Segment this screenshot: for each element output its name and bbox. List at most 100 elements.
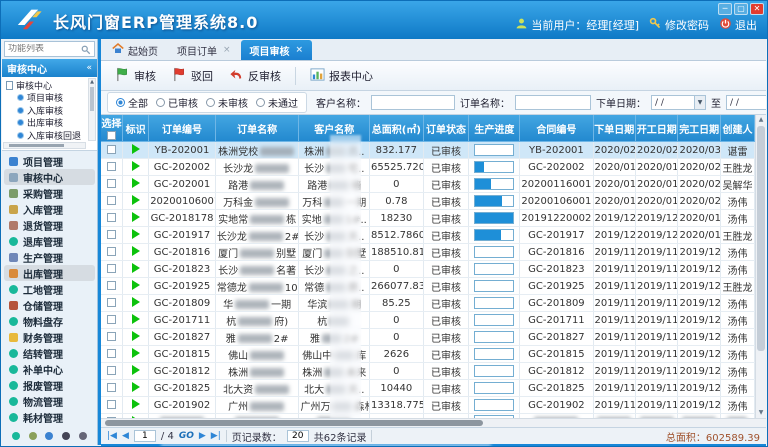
horizontal-scroll-thumb[interactable]: [105, 420, 483, 426]
collapse-icon[interactable]: «: [86, 63, 92, 73]
column-header-5[interactable]: 总面积(㎡): [370, 115, 424, 142]
tree-vertical-scrollbar[interactable]: ▲: [88, 78, 96, 141]
sidebar-item-return-goods-mgmt[interactable]: 退货管理: [2, 217, 97, 233]
table-row[interactable]: GC-2018178实地常栋实地1#..18230已审核201912200022…: [101, 210, 755, 227]
tab-project-order[interactable]: 项目订单×: [168, 40, 240, 60]
close-icon[interactable]: ✕: [750, 3, 764, 15]
grid-horizontal-scrollbar[interactable]: [101, 418, 766, 427]
maximize-icon[interactable]: ▢: [734, 3, 748, 15]
column-header-0[interactable]: 选择: [101, 115, 123, 142]
table-row[interactable]: GC-202002长沙龙长沙宅..65525.7200..已审核GC-20200…: [101, 159, 755, 176]
sidebar-item-audit-center[interactable]: 审核中心: [4, 169, 95, 185]
cart-icon[interactable]: [29, 432, 37, 440]
column-header-6[interactable]: 订单状态: [423, 115, 469, 142]
sidebar-item-carryover-mgmt[interactable]: 结转管理: [2, 345, 97, 361]
table-row[interactable]: GC-201815佛山佛山中库2626已审核GC-2018152019/11/2…: [101, 346, 755, 363]
table-row[interactable]: GC-201809华一期华滨期85.25已审核GC-2018092019/11/…: [101, 295, 755, 312]
pager-first-button[interactable]: |◀: [107, 431, 117, 441]
grid-vertical-scrollbar[interactable]: ▲ ▼: [755, 115, 766, 418]
customer-name-input[interactable]: [371, 95, 455, 110]
dot-icon[interactable]: [12, 432, 20, 440]
table-row[interactable]: GC-201917长沙龙2#长沙天..8512.78600..已审核GC-201…: [101, 227, 755, 244]
row-checkbox[interactable]: [107, 349, 116, 358]
feather-icon[interactable]: [45, 432, 53, 440]
row-checkbox[interactable]: [107, 230, 116, 239]
sidebar-item-production-mgmt[interactable]: 生产管理: [2, 249, 97, 265]
logout-button[interactable]: 退出: [719, 17, 757, 33]
row-checkbox[interactable]: [107, 247, 116, 256]
column-header-3[interactable]: 订单名称: [215, 115, 299, 142]
table-row[interactable]: GC-202001路港路港墙0已审核202001160012020/01/162…: [101, 176, 755, 193]
row-checkbox[interactable]: [107, 213, 116, 222]
table-row[interactable]: GC-201827雅2#雅2#0已审核GC-2018272019/11/2020…: [101, 329, 755, 346]
change-password-button[interactable]: 修改密码: [649, 17, 709, 33]
row-checkbox[interactable]: [107, 400, 116, 409]
tree-item-outbound-audit[interactable]: 出库审核: [6, 117, 87, 130]
row-checkbox[interactable]: [107, 179, 116, 188]
column-header-9[interactable]: 下单日期: [593, 115, 635, 142]
row-checkbox[interactable]: [107, 145, 116, 154]
sidebar-item-purchase-mgmt[interactable]: 采购管理: [2, 185, 97, 201]
column-header-7[interactable]: 生产进度: [469, 115, 520, 142]
row-checkbox[interactable]: [107, 281, 116, 290]
row-checkbox[interactable]: [107, 383, 116, 392]
vertical-scroll-thumb[interactable]: [757, 126, 765, 351]
row-checkbox[interactable]: [107, 298, 116, 307]
table-row[interactable]: GC-201812株洲株洲未来0已审核GC-2018122019/11/2020…: [101, 363, 755, 380]
scroll-up-icon[interactable]: ▲: [756, 115, 766, 125]
order-date-to-picker[interactable]: / /▼: [726, 95, 766, 110]
reverse-audit-button[interactable]: 反审核: [223, 65, 287, 87]
table-row[interactable]: GC-201711杭府)杭0已审核GC-2017112019/11/202019…: [101, 312, 755, 329]
tab-home[interactable]: 起始页: [103, 40, 167, 60]
sidebar-item-scrap-mgmt[interactable]: 报废管理: [2, 377, 97, 393]
pager-go-button[interactable]: GO: [179, 431, 194, 441]
tree-item-project-audit[interactable]: 项目审核: [6, 92, 87, 105]
reject-button[interactable]: 驳回: [166, 65, 219, 87]
sidebar-item-warehouse-mgmt[interactable]: 仓储管理: [2, 297, 97, 313]
column-header-11[interactable]: 完工日期: [678, 115, 720, 142]
minimize-icon[interactable]: ─: [718, 3, 732, 15]
column-header-12[interactable]: 创建人: [720, 115, 754, 142]
filter-radio-audited[interactable]: 已审核: [156, 95, 198, 110]
table-row[interactable]: 20200106001万科金万科一期0.78已审核202001060012020…: [101, 193, 755, 210]
sidebar-item-inbound-mgmt[interactable]: 入库管理: [2, 201, 97, 217]
filter-radio-all[interactable]: 全部: [116, 95, 148, 110]
row-checkbox[interactable]: [107, 366, 116, 375]
column-header-2[interactable]: 订单编号: [149, 115, 216, 142]
table-row[interactable]: GC-201816厦门别墅厦门别墅188510.818已审核GC-2018162…: [101, 244, 755, 261]
tab-project-audit[interactable]: 项目审核×: [241, 40, 313, 60]
tab-close-icon[interactable]: ×: [296, 45, 304, 55]
tab-close-icon[interactable]: ×: [223, 45, 231, 55]
pager-prev-button[interactable]: ◀: [122, 431, 129, 441]
table-row[interactable]: GC-201823长沙名著长沙之..0已审核GC-2018232019/11/2…: [101, 261, 755, 278]
table-row[interactable]: GC-201902广州广州万森林13318.775已审核GC-201902201…: [101, 397, 755, 414]
sidebar-item-return-stock-mgmt[interactable]: 退库管理: [2, 233, 97, 249]
sidebar-item-project-mgmt[interactable]: 项目管理: [2, 153, 97, 169]
select-all-checkbox[interactable]: [107, 131, 116, 140]
column-header-1[interactable]: 标识: [123, 115, 149, 142]
column-header-8[interactable]: 合同编号: [520, 115, 593, 142]
row-checkbox[interactable]: [107, 264, 116, 273]
more-icon[interactable]: [79, 432, 87, 440]
row-checkbox[interactable]: [107, 196, 116, 205]
function-search-input[interactable]: [8, 44, 79, 54]
audit-button[interactable]: 审核: [109, 65, 162, 87]
sidebar-item-outbound-mgmt[interactable]: 出库管理: [4, 265, 95, 281]
page-size-input[interactable]: [287, 430, 309, 442]
sidebar-item-supplement-center[interactable]: 补单中心: [2, 361, 97, 377]
sidebar-item-finance-mgmt[interactable]: 财务管理: [2, 329, 97, 345]
search-icon[interactable]: [81, 40, 91, 59]
filter-radio-unaudited[interactable]: 未审核: [206, 95, 248, 110]
column-header-4[interactable]: 客户名称: [299, 115, 370, 142]
table-row[interactable]: GC-201825北大资北大天..10440已审核GC-2018252019/1…: [101, 380, 755, 397]
report-center-button[interactable]: 报表中心: [304, 65, 379, 87]
row-checkbox[interactable]: [107, 332, 116, 341]
tree-horizontal-scrollbar[interactable]: [3, 142, 86, 149]
table-row[interactable]: YB-202001株洲党校株洲员..832.177已审核YB-202001202…: [101, 142, 755, 159]
pager-last-button[interactable]: ▶|: [211, 431, 221, 441]
filter-radio-not-passed[interactable]: 未通过: [256, 95, 298, 110]
page-number-input[interactable]: [134, 430, 156, 442]
chevron-down-icon[interactable]: ▼: [694, 96, 705, 109]
row-checkbox[interactable]: [107, 162, 116, 171]
tree-item-inbound-audit-rollback[interactable]: 入库审核回退: [6, 129, 87, 142]
